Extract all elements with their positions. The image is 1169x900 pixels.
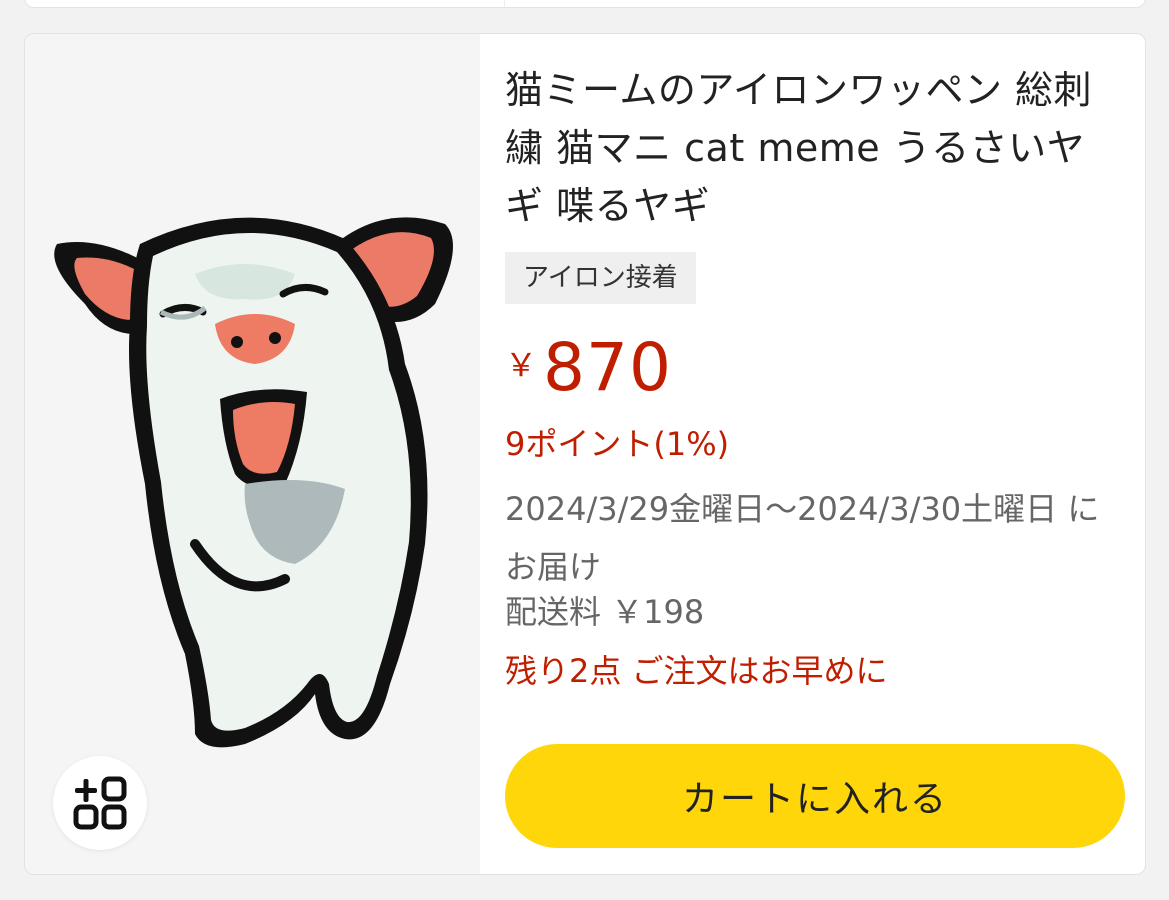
previous-product-card	[24, 0, 1146, 8]
product-image[interactable]	[45, 184, 455, 764]
feature-tag: アイロン接着	[505, 252, 696, 304]
product-title[interactable]: 猫ミームのアイロンワッペン 総刺繍 猫マニ cat meme うるさいヤギ 喋る…	[505, 61, 1115, 235]
price: ￥870	[505, 329, 672, 406]
delivery-date: 2024/3/29金曜日〜2024/3/30土曜日 にお届け	[505, 490, 1100, 586]
product-card[interactable]: 猫ミームのアイロンワッペン 総刺繍 猫マニ cat meme うるさいヤギ 喋る…	[24, 33, 1146, 875]
add-to-list-icon	[73, 776, 127, 830]
price-currency: ￥	[505, 346, 538, 384]
product-image-pane[interactable]	[25, 34, 480, 874]
shipping-fee: 配送料 ￥198	[505, 593, 705, 631]
add-to-list-button[interactable]	[53, 756, 147, 850]
points: 9ポイント(1%)	[505, 425, 730, 463]
product-info: 猫ミームのアイロンワッペン 総刺繍 猫マニ cat meme うるさいヤギ 喋る…	[505, 34, 1145, 874]
previous-card-divider	[504, 0, 505, 7]
add-to-cart-button[interactable]: カートに入れる	[505, 744, 1125, 848]
price-amount: 870	[543, 329, 672, 406]
stock-notice: 残り2点 ご注文はお早めに	[505, 652, 888, 690]
